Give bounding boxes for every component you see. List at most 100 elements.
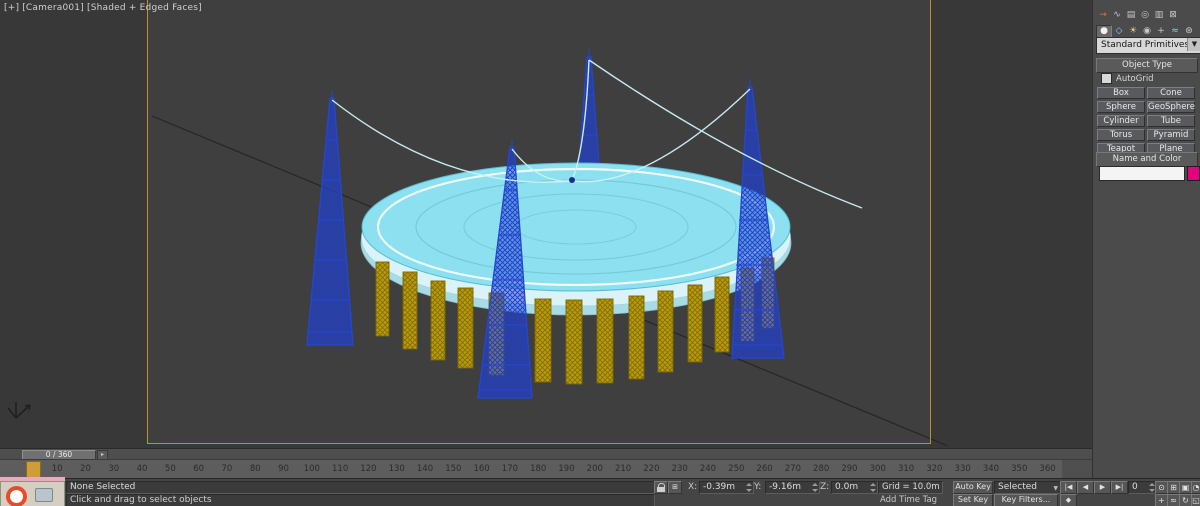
current-frame-marker[interactable] bbox=[26, 461, 41, 478]
ruler-tick: 210 bbox=[614, 464, 632, 474]
ruler-tick: 40 bbox=[136, 464, 148, 474]
ruler-tick: 300 bbox=[869, 464, 886, 474]
frame-value: 0 bbox=[1132, 482, 1138, 492]
primitives-dropdown-value: Standard Primitives bbox=[1101, 40, 1190, 50]
ruler-tick: 140 bbox=[416, 464, 434, 474]
ruler-tick: 200 bbox=[586, 464, 603, 474]
overlay-secondary-icon[interactable] bbox=[35, 488, 53, 502]
name-and-color-rollout-header[interactable]: Name and Color bbox=[1096, 152, 1198, 167]
primitive-button[interactable]: Pyramid bbox=[1147, 129, 1195, 141]
world-axis-gizmo bbox=[7, 402, 31, 419]
ruler-tick: 110 bbox=[332, 464, 349, 474]
ruler-tick: 100 bbox=[303, 464, 320, 474]
ruler-tick: 20 bbox=[80, 464, 91, 474]
overlay-window[interactable] bbox=[0, 477, 65, 506]
x-label: X: bbox=[688, 482, 698, 492]
go-to-end-button[interactable]: ▶| bbox=[1111, 481, 1128, 494]
timeline-ruler[interactable]: 10 20 30 40 50 60 70 80 90 100 110 120 130 140 150 160 1… bbox=[0, 459, 1092, 480]
ruler-tick: 220 bbox=[643, 464, 660, 474]
selection-status-field: None Selected bbox=[66, 481, 655, 494]
z-coordinate-field[interactable]: 0.0m bbox=[831, 481, 878, 494]
selection-lock-toggle[interactable] bbox=[654, 481, 668, 494]
frame-spinner[interactable] bbox=[1148, 483, 1155, 492]
ruler-tick: 120 bbox=[360, 464, 377, 474]
primitive-button[interactable]: Box bbox=[1097, 87, 1145, 99]
ruler-tick: 190 bbox=[558, 464, 575, 474]
primitive-button[interactable]: Cylinder bbox=[1097, 115, 1145, 127]
object-type-rollout-header[interactable]: Object Type bbox=[1096, 58, 1198, 73]
ruler-tick: 330 bbox=[954, 464, 971, 474]
support-tower-left[interactable] bbox=[306, 90, 354, 346]
y-value: -9.16m bbox=[769, 482, 802, 492]
z-label: Z: bbox=[820, 482, 830, 492]
ruler-tick: 350 bbox=[1011, 464, 1028, 474]
key-mode-dropdown[interactable]: Selected ▼ bbox=[994, 481, 1061, 494]
ruler-tick-row: 10 20 30 40 50 60 70 80 90 100 110 120 130 140 150 160 1… bbox=[43, 460, 1062, 479]
autogrid-label: AutoGrid bbox=[1116, 73, 1154, 84]
command-panel: → ∿ ▤ ◎ ▥ ⊠ ● ◇ ☀ ◉ + ≈ ⊛ Standard Primitives ▼ Obj… bbox=[1092, 0, 1200, 478]
ruler-tick: 240 bbox=[699, 464, 717, 474]
feed-cabin[interactable] bbox=[569, 177, 575, 183]
primitive-button[interactable]: Tube bbox=[1147, 115, 1195, 127]
ruler-tick: 160 bbox=[473, 464, 490, 474]
object-name-field[interactable] bbox=[1099, 166, 1185, 181]
grid-size-display: Grid = 10.0m bbox=[878, 481, 943, 494]
play-button[interactable]: ▶ bbox=[1094, 481, 1111, 494]
chevron-down-icon: ▼ bbox=[1053, 485, 1058, 492]
autogrid-row: AutoGrid bbox=[1101, 73, 1154, 84]
ruler-tick: 50 bbox=[164, 464, 176, 474]
viewport-canvas[interactable] bbox=[0, 0, 1092, 448]
overlay-app-window[interactable] bbox=[0, 481, 65, 506]
ruler-tick: 260 bbox=[756, 464, 773, 474]
ruler-end-cap bbox=[1062, 460, 1092, 479]
add-time-tag[interactable]: Add Time Tag bbox=[880, 495, 937, 505]
primitives-dropdown[interactable]: Standard Primitives ▼ bbox=[1096, 37, 1200, 54]
ruler-tick: 60 bbox=[193, 464, 205, 474]
ruler-tick: 30 bbox=[108, 464, 120, 474]
maximize-viewport-icon[interactable]: ◱ bbox=[1191, 494, 1200, 506]
y-coordinate-field[interactable]: -9.16m bbox=[765, 481, 820, 494]
field-of-view-icon[interactable]: ◔ bbox=[1191, 481, 1200, 494]
ruler-tick: 270 bbox=[784, 464, 801, 474]
x-spinner[interactable] bbox=[745, 483, 752, 492]
ruler-tick: 150 bbox=[445, 464, 462, 474]
set-key-button[interactable]: Set Key bbox=[953, 494, 993, 506]
go-to-start-button[interactable]: |◀ bbox=[1060, 481, 1077, 494]
ruler-tick: 170 bbox=[501, 464, 519, 474]
ruler-tick: 130 bbox=[388, 464, 405, 474]
key-mode-value: Selected bbox=[998, 482, 1038, 492]
primitive-button[interactable]: Sphere bbox=[1097, 101, 1145, 113]
current-frame-field[interactable]: 0 bbox=[1128, 481, 1157, 494]
primitive-button[interactable]: Torus bbox=[1097, 129, 1145, 141]
ruler-tick: 290 bbox=[841, 464, 858, 474]
y-spinner[interactable] bbox=[811, 483, 818, 492]
object-color-swatch[interactable] bbox=[1187, 166, 1200, 181]
auto-key-button[interactable]: Auto Key bbox=[953, 481, 993, 494]
x-value: -0.39m bbox=[703, 482, 736, 492]
ruler-tick: 280 bbox=[813, 464, 830, 474]
camera-viewport[interactable]: [+] [Camera001] [Shaded + Edged Faces] bbox=[0, 0, 1092, 448]
x-coordinate-field[interactable]: -0.39m bbox=[699, 481, 754, 494]
ruler-tick: 250 bbox=[728, 464, 745, 474]
ruler-tick: 320 bbox=[926, 464, 943, 474]
overlay-app-icon[interactable] bbox=[6, 486, 27, 506]
viewport-label[interactable]: [+] [Camera001] [Shaded + Edged Faces] bbox=[4, 3, 202, 13]
ruler-tick: 360 bbox=[1039, 464, 1056, 474]
autogrid-checkbox[interactable] bbox=[1101, 73, 1112, 84]
y-label: Y: bbox=[754, 482, 762, 492]
previous-frame-button[interactable]: ◀ bbox=[1077, 481, 1094, 494]
chevron-down-icon[interactable]: ▼ bbox=[1187, 38, 1200, 51]
ruler-tick: 70 bbox=[221, 464, 233, 474]
ruler-tick: 90 bbox=[278, 464, 289, 474]
key-filters-button[interactable]: Key Filters... bbox=[994, 494, 1058, 506]
primitive-button[interactable]: Cone bbox=[1147, 87, 1195, 99]
ruler-tick: 230 bbox=[671, 464, 688, 474]
absolute-mode-toggle[interactable]: ⊞ bbox=[668, 481, 682, 494]
z-value: 0.0m bbox=[835, 482, 859, 492]
primitive-buttons-grid: Box Cone Sphere GeoSphere Cylinder Tube Torus P… bbox=[1097, 87, 1196, 155]
key-mode-toggle-button[interactable]: ◆ bbox=[1060, 494, 1077, 506]
ruler-tick: 180 bbox=[530, 464, 547, 474]
primitive-button[interactable]: GeoSphere bbox=[1147, 101, 1195, 113]
z-spinner[interactable] bbox=[869, 483, 876, 492]
3dsmax-window: [+] [Camera001] [Shaded + Edged Faces] 0… bbox=[0, 0, 1200, 506]
